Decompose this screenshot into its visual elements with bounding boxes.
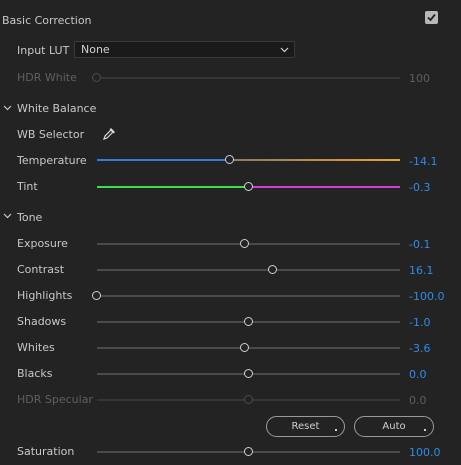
tint-value[interactable]: -0.3 xyxy=(409,181,430,195)
blacks-slider-handle[interactable] xyxy=(243,369,253,378)
white-balance-section-label[interactable]: White Balance xyxy=(17,102,96,116)
temperature-value[interactable]: -14.1 xyxy=(409,155,437,169)
whites-value[interactable]: -3.6 xyxy=(409,342,430,356)
reset-button-label: Reset xyxy=(291,421,320,432)
exposure-slider-handle[interactable] xyxy=(240,239,250,248)
contrast-value[interactable]: 16.1 xyxy=(409,264,434,278)
chevron-down-icon[interactable] xyxy=(3,104,12,112)
hdr-white-label: HDR White xyxy=(17,71,77,84)
shadows-value[interactable]: -1.0 xyxy=(409,316,430,330)
hdr-white-track xyxy=(97,77,400,79)
blacks-label: Blacks xyxy=(17,367,53,380)
wb-selector-label: WB Selector xyxy=(17,128,85,141)
shadows-slider-handle[interactable] xyxy=(243,317,253,326)
reset-button[interactable]: Reset xyxy=(266,416,345,437)
auto-button[interactable]: Auto xyxy=(354,416,434,437)
hdr-white-value: 100 xyxy=(409,72,430,85)
highlights-label: Highlights xyxy=(17,289,73,302)
blacks-value[interactable]: 0.0 xyxy=(409,368,427,382)
saturation-label: Saturation xyxy=(17,445,75,458)
temperature-track xyxy=(97,159,400,161)
highlights-slider-handle[interactable] xyxy=(92,291,101,300)
contrast-slider-handle[interactable] xyxy=(267,265,277,274)
whites-slider-handle[interactable] xyxy=(240,343,250,352)
shadows-label: Shadows xyxy=(17,315,67,328)
reset-button-dot xyxy=(335,429,337,431)
exposure-value[interactable]: -0.1 xyxy=(409,238,430,252)
hdr-specular-label: HDR Specular xyxy=(17,393,93,406)
input-lut-value: None xyxy=(81,43,110,56)
whites-label: Whites xyxy=(17,341,55,354)
panel-enable-checkbox[interactable] xyxy=(425,11,438,24)
exposure-label: Exposure xyxy=(17,237,68,250)
contrast-label: Contrast xyxy=(17,263,65,276)
input-lut-label: Input LUT xyxy=(17,44,70,57)
tone-section-label[interactable]: Tone xyxy=(17,211,42,225)
chevron-down-icon[interactable] xyxy=(3,212,12,220)
temperature-slider-handle[interactable] xyxy=(225,155,235,164)
highlights-track xyxy=(97,295,400,297)
contrast-track xyxy=(97,269,400,271)
checkmark-icon xyxy=(427,13,436,22)
eyedropper-icon[interactable] xyxy=(102,126,116,141)
temperature-label: Temperature xyxy=(17,154,87,167)
hdr-specular-slider-handle xyxy=(243,395,253,404)
input-lut-dropdown[interactable]: None xyxy=(74,41,295,58)
hdr-specular-value: 0.0 xyxy=(409,394,427,407)
tint-slider-handle[interactable] xyxy=(243,182,253,191)
saturation-slider-handle[interactable] xyxy=(243,447,253,456)
auto-button-dot xyxy=(424,429,426,431)
tint-label: Tint xyxy=(17,180,38,193)
auto-button-label: Auto xyxy=(382,421,406,432)
hdr-white-slider-handle xyxy=(92,73,101,82)
saturation-value[interactable]: 100.0 xyxy=(409,446,441,460)
panel-title: Basic Correction xyxy=(2,14,92,27)
highlights-value[interactable]: -100.0 xyxy=(409,290,444,304)
chevron-down-icon xyxy=(280,47,289,53)
